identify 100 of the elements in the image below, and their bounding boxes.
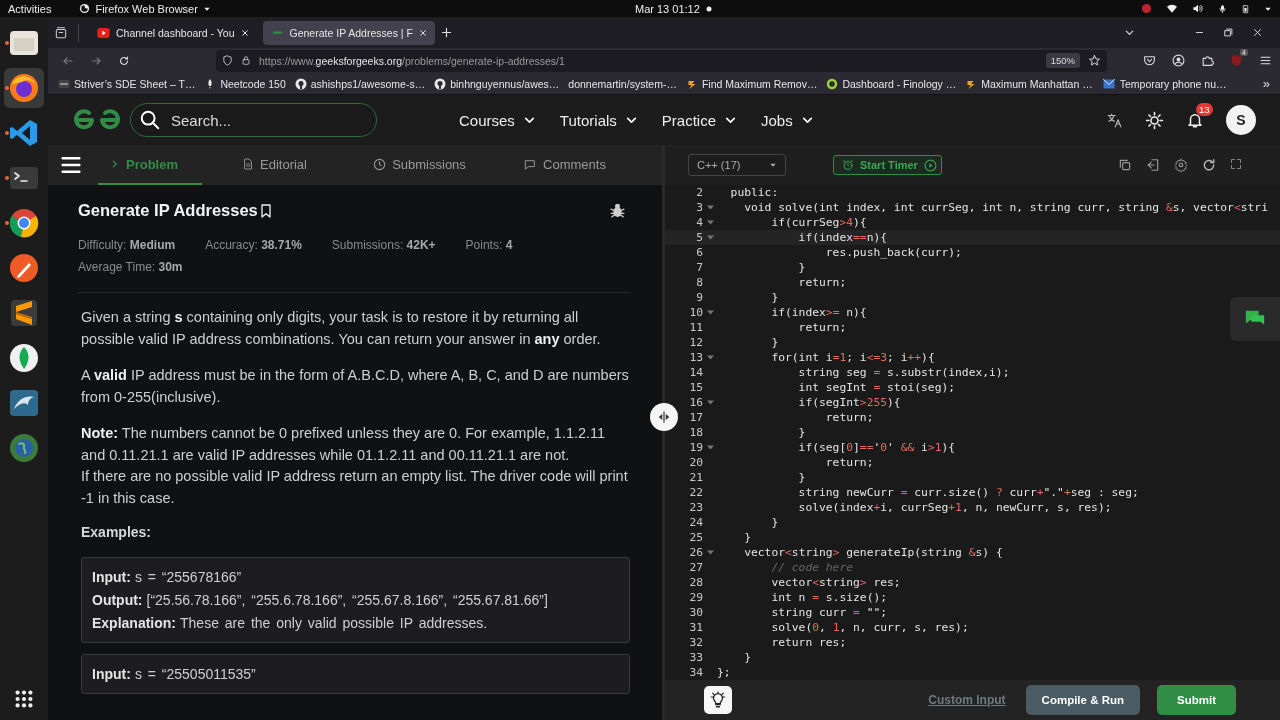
bug-icon[interactable] <box>609 202 626 219</box>
bookmark[interactable]: Neetcode 150 <box>220 77 286 90</box>
settings-icon[interactable] <box>1174 158 1188 172</box>
zoom-level[interactable]: 150% <box>1045 53 1080 68</box>
nav-menu[interactable]: Courses <box>459 111 536 129</box>
bookmark[interactable]: Striver’s SDE Sheet – T… <box>74 77 196 90</box>
fold-icon[interactable] <box>706 355 714 360</box>
language-select[interactable]: C++ (17) <box>688 154 786 176</box>
star-icon[interactable] <box>1088 54 1101 67</box>
import-icon[interactable] <box>1146 158 1160 172</box>
bookmark[interactable]: Temporary phone nu… <box>1119 77 1227 90</box>
activities-button[interactable]: Activities <box>8 2 52 15</box>
example-line: Input: s = “25505011535” <box>92 665 257 684</box>
play-icon <box>923 158 937 172</box>
browser-tab[interactable]: Generate IP Addresses | F <box>262 20 435 45</box>
fold-icon[interactable] <box>706 400 714 405</box>
bookmarks-overflow[interactable]: » <box>1262 76 1280 91</box>
browser-tab[interactable]: Channel dashboard - You <box>89 20 257 45</box>
nav-menu[interactable]: Tutorials <box>559 111 638 129</box>
problem-tab[interactable]: Problem <box>98 145 202 185</box>
submit-button[interactable]: Submit <box>1157 685 1236 715</box>
close-icon[interactable] <box>1253 28 1262 37</box>
avatar[interactable]: S <box>1226 105 1256 135</box>
code-line: vector<string> res; <box>770 576 901 589</box>
nav-menu[interactable]: Practice <box>661 111 737 129</box>
puzzle-icon[interactable] <box>1201 54 1214 67</box>
code-line: return; <box>824 456 874 469</box>
clock[interactable]: Mar 13 01:12 <box>635 2 700 15</box>
address-bar[interactable]: https://www.geeksforgeeks.org/problems/generate-ip-addresses/1 150% <box>216 49 1107 72</box>
nav-menu[interactable]: Jobs <box>761 111 814 129</box>
search-field[interactable]: Search... <box>130 103 377 137</box>
custom-input-link[interactable]: Custom Input <box>922 692 1012 708</box>
bookmark[interactable]: donnemartin/system-… <box>568 77 677 90</box>
menu-icon[interactable] <box>60 155 82 175</box>
translate-icon[interactable] <box>1106 111 1123 129</box>
code-line: } <box>797 261 806 274</box>
hint-button[interactable] <box>704 686 732 714</box>
line-number: 6 <box>695 246 703 259</box>
code-line: } <box>797 471 806 484</box>
app-grid-icon[interactable] <box>13 688 35 710</box>
cat-logo-icon <box>434 77 447 90</box>
close-icon[interactable] <box>240 28 249 37</box>
clock-icon <box>373 157 387 171</box>
description-paragraph: Given a string s containing only digits, your task is to restore it by returning all possible valid IP address combinations. You can return your answer in any order. <box>81 308 602 349</box>
play-logo-icon <box>97 27 110 38</box>
compile-run-button[interactable]: Compile & Run <box>1025 685 1140 715</box>
problem-tab[interactable]: Comments <box>492 145 637 185</box>
fold-icon[interactable] <box>706 445 714 450</box>
fold-icon[interactable] <box>706 205 714 210</box>
leaf-icon[interactable] <box>8 342 40 374</box>
code-line: return; <box>797 321 847 334</box>
menu-icon[interactable] <box>1259 54 1272 67</box>
ring-browser-icon[interactable] <box>8 207 40 239</box>
bookmark[interactable]: Maximum Manhattan … <box>981 77 1093 90</box>
problem-tab[interactable]: Editorial <box>202 145 347 185</box>
pen-icon[interactable] <box>8 252 40 284</box>
app-menu[interactable]: Firefox Web Browser <box>95 2 198 15</box>
fold-icon[interactable] <box>706 310 714 315</box>
bookmark[interactable]: Find Maximum Remov… <box>701 77 818 90</box>
sun-icon[interactable] <box>1145 110 1164 130</box>
start-timer-button[interactable]: Start Timer <box>833 155 942 175</box>
restore-icon[interactable] <box>1224 28 1233 37</box>
code-line: public: <box>729 186 779 199</box>
line-number: 19 <box>688 441 703 454</box>
speech-bubble-icon <box>523 157 538 171</box>
line-number: 30 <box>688 606 703 619</box>
section-heading: Examples: <box>81 524 153 540</box>
pocket-icon[interactable] <box>1143 54 1156 67</box>
line-number: 33 <box>688 651 703 664</box>
code-line: solve(0, 1, n, curr, s, res); <box>770 621 969 634</box>
tab-list-icon[interactable] <box>54 25 68 40</box>
fold-icon[interactable] <box>706 235 714 240</box>
fold-icon[interactable] <box>706 220 714 225</box>
code-line: if(seg[0]=='0' && i>1){ <box>797 441 956 454</box>
ribbon-icon[interactable] <box>8 297 40 329</box>
copy-icon[interactable] <box>1118 158 1132 172</box>
code-line: if(segInt>255){ <box>797 396 901 409</box>
bell-icon[interactable] <box>1186 111 1204 129</box>
line-number: 28 <box>688 576 703 589</box>
reset-icon[interactable] <box>1202 158 1216 172</box>
chevron-down-icon[interactable] <box>1124 27 1135 38</box>
code-line: } <box>770 516 779 529</box>
account-icon[interactable] <box>1172 54 1185 67</box>
close-icon[interactable] <box>418 28 427 37</box>
new-tab-icon[interactable] <box>440 27 452 38</box>
bookmark[interactable]: binhnguyennus/awes… <box>450 77 560 90</box>
reload-icon[interactable] <box>118 54 130 67</box>
code-editor-icon[interactable] <box>8 117 40 149</box>
bookmark[interactable]: Dashboard - Finology … <box>842 77 957 90</box>
notification-badge: 13 <box>1196 103 1213 116</box>
fold-icon[interactable] <box>706 550 714 555</box>
problem-tab[interactable]: Submissions <box>347 145 492 185</box>
fullscreen-icon[interactable] <box>1230 158 1242 170</box>
chat-button[interactable] <box>1230 297 1280 341</box>
code-line: } <box>770 336 779 349</box>
globe-icon[interactable] <box>8 432 40 464</box>
dolphin-icon[interactable] <box>8 387 40 419</box>
problem-stat: Accuracy: 38.71% <box>205 238 302 252</box>
bookmark[interactable]: ashishps1/awesome-s… <box>310 77 426 90</box>
shield-icon <box>222 55 233 66</box>
